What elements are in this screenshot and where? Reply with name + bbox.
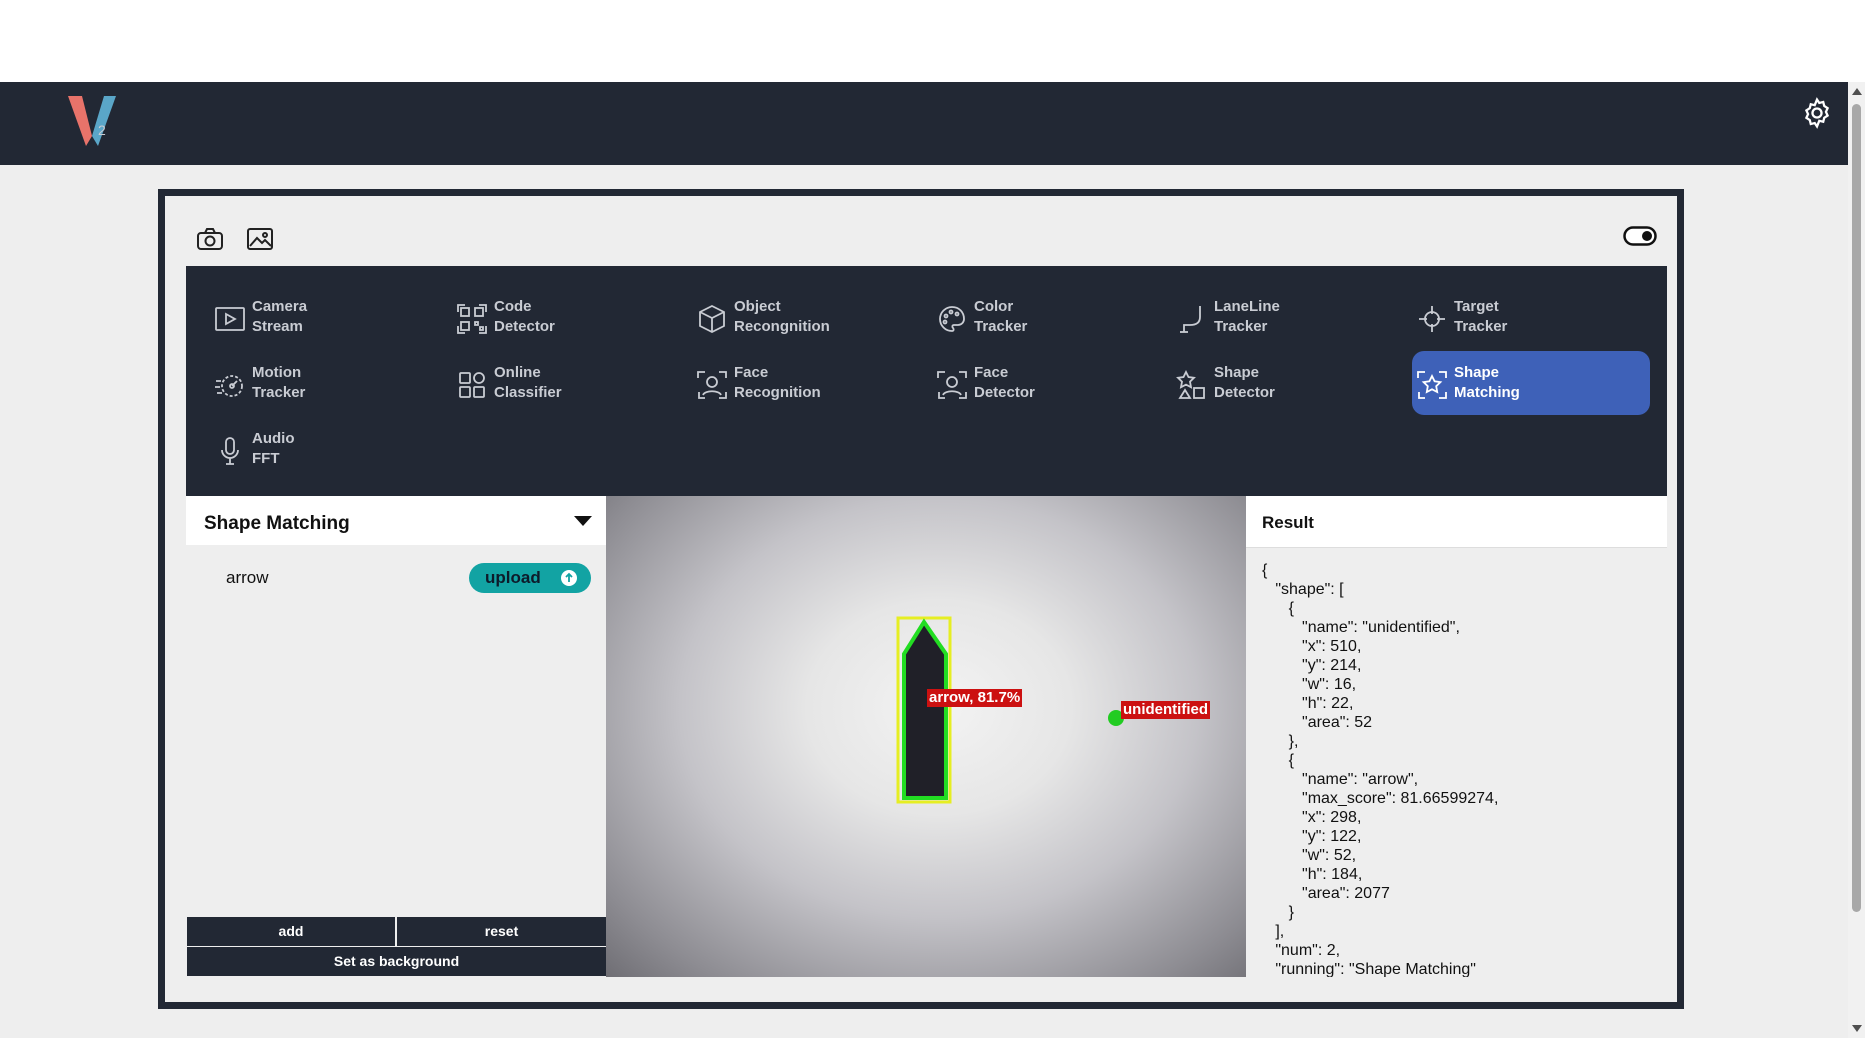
caret-down-icon[interactable] <box>574 516 592 526</box>
nav-online-classifier[interactable]: Online Classifier <box>452 351 690 415</box>
crosshair-icon <box>1419 306 1445 332</box>
panel-header[interactable]: Shape Matching <box>186 496 606 545</box>
nav-face-detector[interactable]: Face Detector <box>932 351 1170 415</box>
nav-laneline-tracker[interactable]: LaneLine Tracker <box>1172 285 1410 349</box>
arrow-up-icon <box>561 570 577 586</box>
scroll-down-icon[interactable] <box>1852 1025 1862 1032</box>
upload-button[interactable]: upload <box>469 563 591 593</box>
add-button[interactable]: add <box>187 917 395 946</box>
qr-icon <box>457 304 487 334</box>
nav-audio-fft[interactable]: Audio FFT <box>210 417 448 481</box>
motion-icon <box>215 375 243 397</box>
nav-face-recognition[interactable]: Face Recognition <box>692 351 930 415</box>
arrow-label: arrow, 81.7% <box>927 689 1023 707</box>
nav-motion-tracker[interactable]: Motion Tracker <box>210 351 448 415</box>
result-panel: Result { "shape": [ { "name": "unidentif… <box>1246 496 1667 977</box>
scroll-thumb[interactable] <box>1852 104 1861 912</box>
microphone-icon <box>221 437 239 465</box>
shape-name: arrow <box>226 568 269 587</box>
module-nav: Camera Stream Code Detector Object Recongni… <box>186 266 1667 496</box>
result-json: { "shape": [ { "name": "unidentified", "… <box>1262 562 1499 977</box>
face-scan-icon <box>697 371 727 399</box>
logo-version: 2 <box>98 122 106 138</box>
toggle-switch[interactable] <box>1623 226 1657 246</box>
camera-icon[interactable] <box>195 226 225 252</box>
action-row: add reset Set as background <box>186 917 606 976</box>
play-icon <box>215 307 245 331</box>
shapes-icon <box>1176 369 1205 399</box>
shape-matching-panel: Shape Matching arrow upload add reset Se… <box>186 496 606 977</box>
detection-overlay <box>896 616 1124 804</box>
nav-target-tracker[interactable]: Target Tracker <box>1412 285 1650 349</box>
palette-icon <box>939 306 965 332</box>
cube-icon <box>699 304 725 334</box>
page-scrollbar[interactable] <box>1848 82 1865 1038</box>
panel-title: Shape Matching <box>204 513 350 534</box>
nav-shape-detector[interactable]: Shape Detector <box>1172 351 1410 415</box>
star-scan-icon <box>1417 371 1447 399</box>
logo <box>68 96 116 146</box>
nav-color-tracker[interactable]: Color Tracker <box>932 285 1170 349</box>
lane-icon <box>1180 306 1201 333</box>
result-title: Result <box>1246 496 1667 548</box>
nav-shape-matching[interactable]: Shape Matching <box>1412 351 1650 415</box>
face-scan-icon <box>937 371 967 399</box>
grid-icon <box>459 372 485 398</box>
image-icon[interactable] <box>245 226 275 252</box>
scroll-up-icon[interactable] <box>1852 88 1862 95</box>
list-item: arrow upload <box>186 562 606 594</box>
unidentified-label: unidentified <box>1121 701 1210 719</box>
gear-icon[interactable] <box>1800 96 1834 130</box>
nav-code-detector[interactable]: Code Detector <box>452 285 690 349</box>
nav-camera-stream[interactable]: Camera Stream <box>210 285 448 349</box>
reset-button[interactable]: reset <box>397 917 606 946</box>
main-panel: Camera Stream Code Detector Object Recongni… <box>158 189 1684 1009</box>
set-background-button[interactable]: Set as background <box>187 947 606 976</box>
upload-label: upload <box>485 568 541 587</box>
nav-object-recognition[interactable]: Object Recongnition <box>692 285 930 349</box>
camera-view: arrow, 81.7% unidentified <box>606 496 1246 977</box>
top-bar: 2 <box>0 82 1848 165</box>
